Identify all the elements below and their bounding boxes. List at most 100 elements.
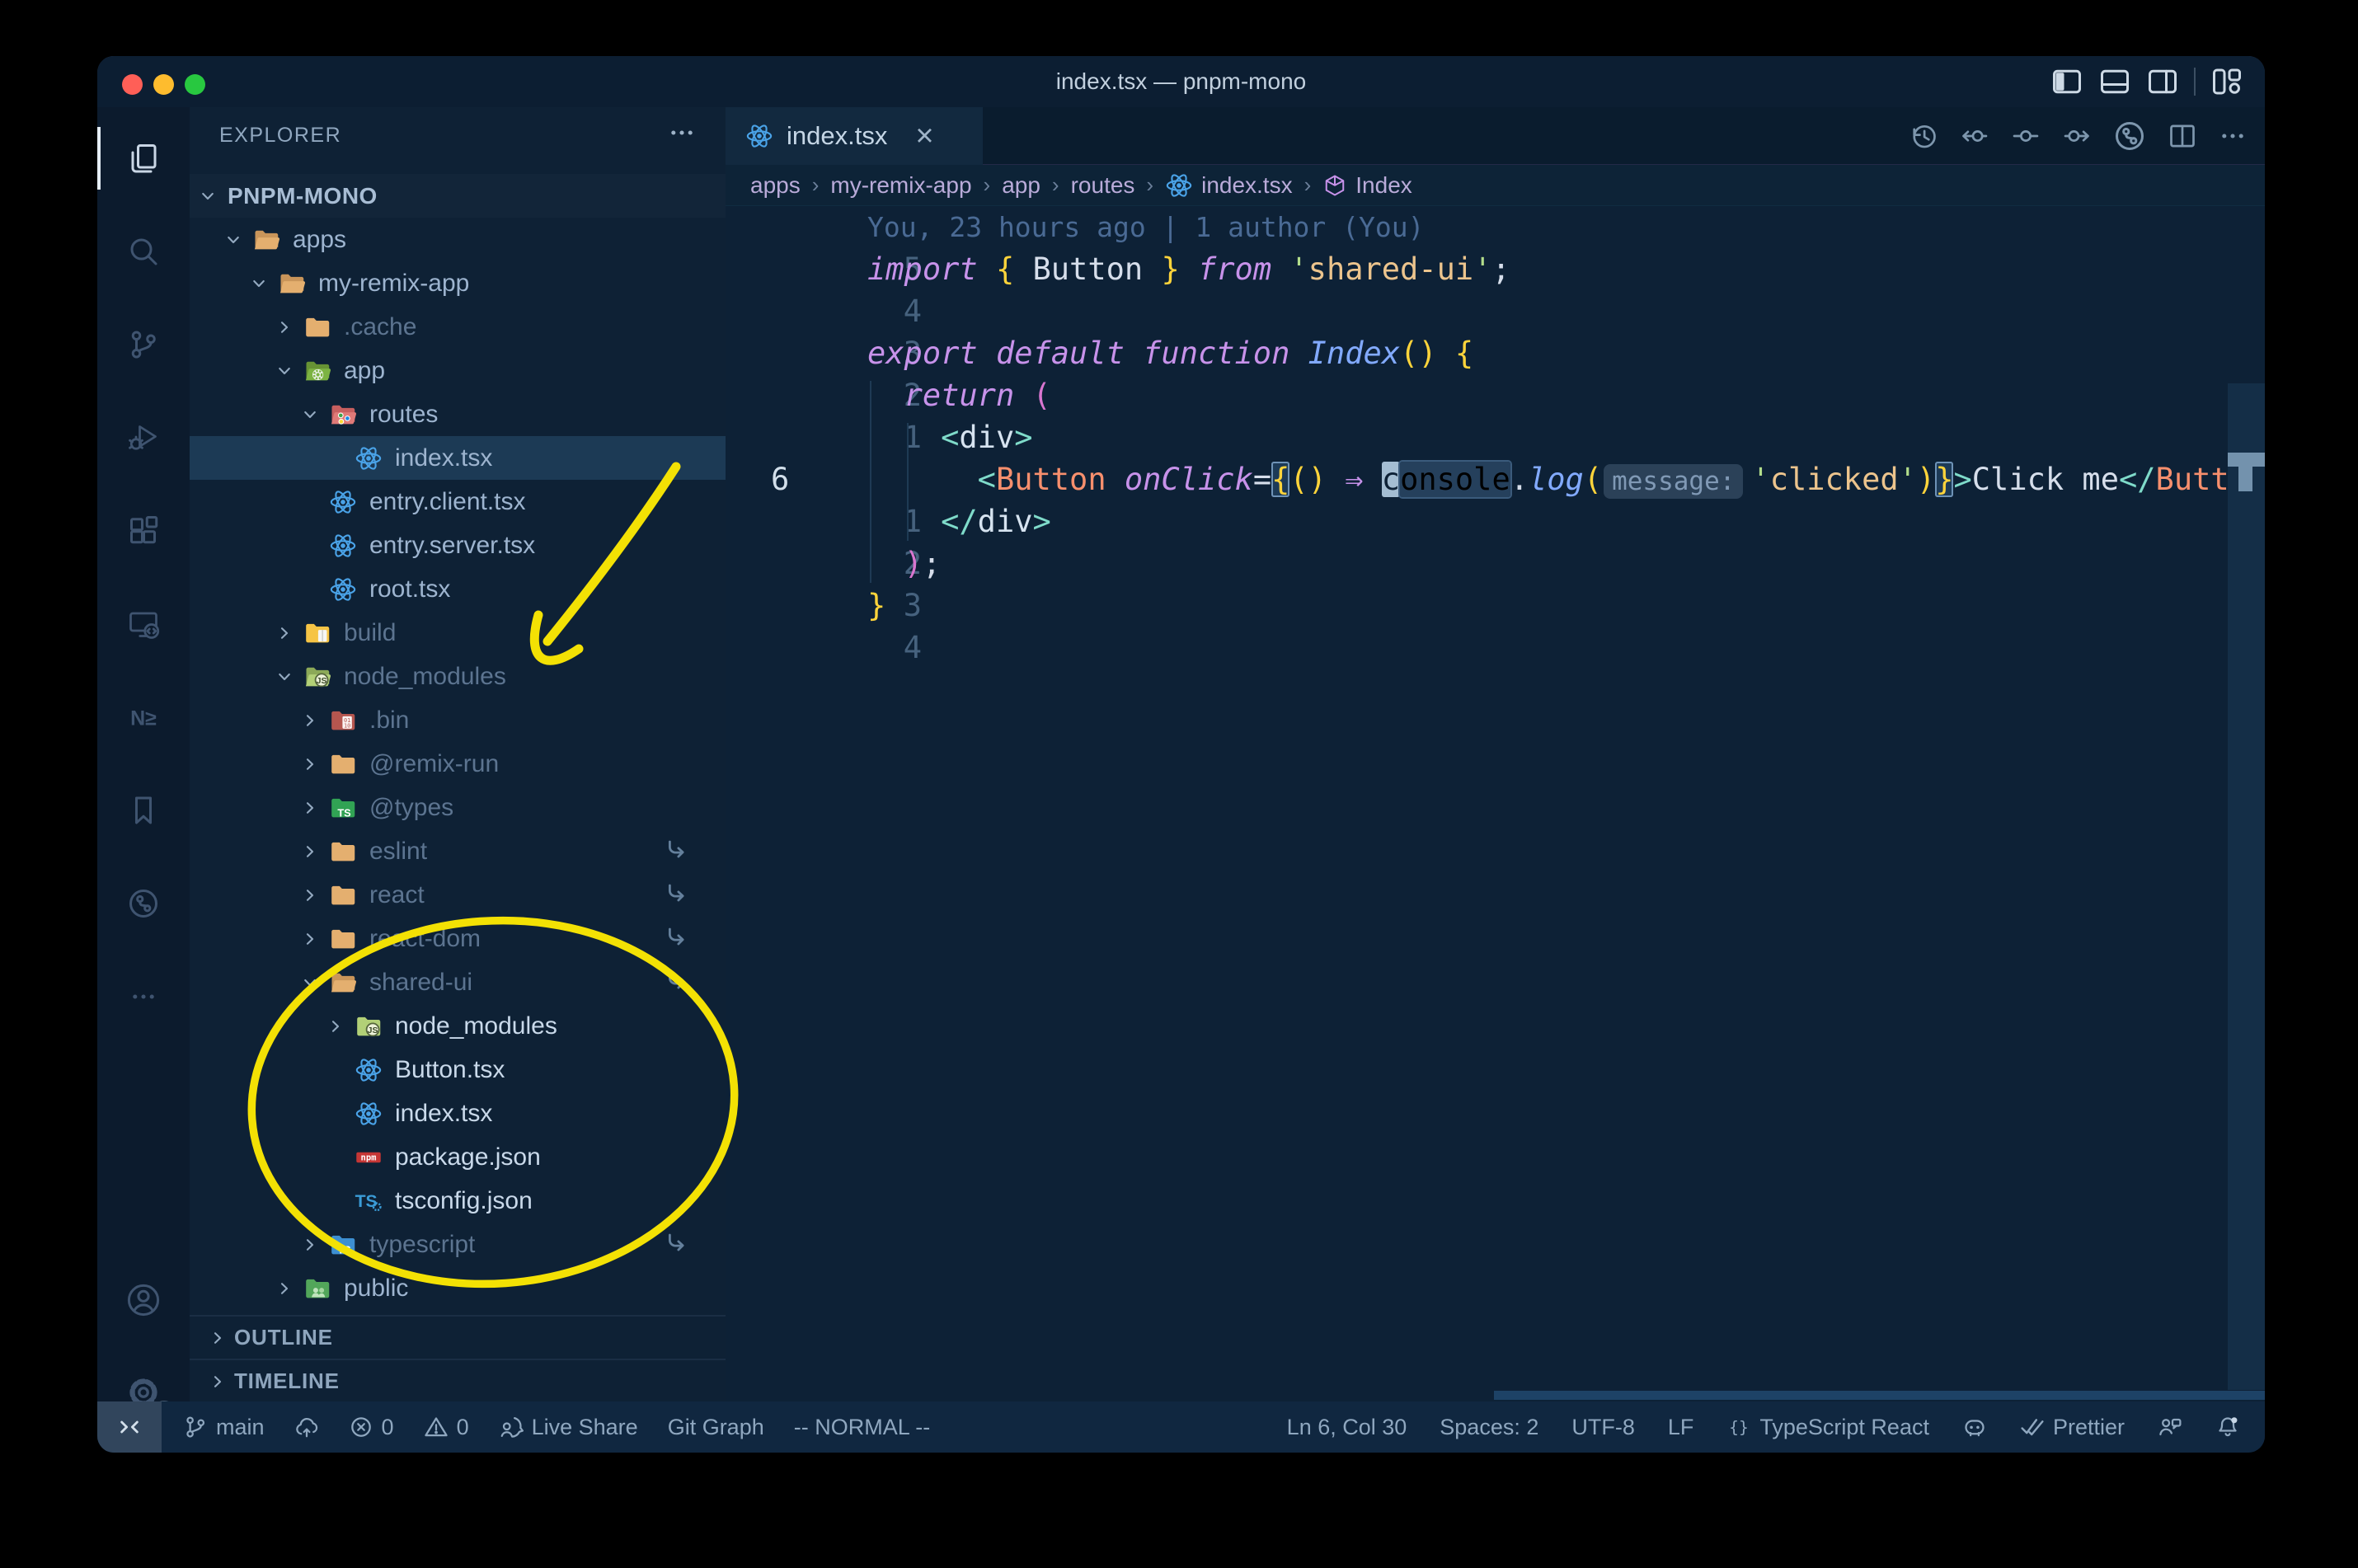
breadcrumb-index-tsx[interactable]: index.tsx xyxy=(1165,171,1293,200)
gitlens-graph-button[interactable] xyxy=(2113,120,2146,153)
overview-ruler-cursor-marker-stem xyxy=(2238,467,2252,491)
next-change-button[interactable] xyxy=(2062,121,2092,151)
tree-item-public[interactable]: public xyxy=(190,1266,726,1310)
tree-item-typescript[interactable]: TS typescript xyxy=(190,1223,726,1266)
status-notifications[interactable] xyxy=(2215,1415,2240,1439)
symlink-icon xyxy=(665,968,689,997)
status-label: main xyxy=(216,1414,265,1439)
tree-item-routes[interactable]: routes xyxy=(190,392,726,436)
explorer-more-actions-button[interactable] xyxy=(668,119,696,153)
activity-search[interactable] xyxy=(97,209,190,294)
tree-item-tsconfig-json[interactable]: TS tsconfig.json xyxy=(190,1179,726,1223)
tree-item-apps[interactable]: apps xyxy=(190,218,726,261)
breadcrumb-index[interactable]: Index xyxy=(1322,172,1412,199)
tree-item-entry-client-tsx[interactable]: entry.client.tsx xyxy=(190,480,726,523)
status-language-mode[interactable]: {} TypeScript React xyxy=(1726,1415,1929,1440)
tree-item--remix-run[interactable]: @remix-run xyxy=(190,742,726,786)
status-git-branch[interactable]: main xyxy=(183,1415,265,1440)
open-changes-button[interactable] xyxy=(2011,121,2041,151)
chevron-right-icon xyxy=(209,1330,226,1346)
breadcrumb-app[interactable]: app xyxy=(1002,172,1040,199)
folder-tan-open-icon xyxy=(277,269,307,298)
activity-accounts[interactable] xyxy=(97,1257,190,1343)
activity-extensions[interactable] xyxy=(97,488,190,574)
activity-nx-console[interactable]: N≥ xyxy=(97,674,190,760)
tree-item-app[interactable]: app xyxy=(190,349,726,392)
breadcrumb-apps[interactable]: apps xyxy=(750,172,801,199)
tree-item-entry-server-tsx[interactable]: entry.server.tsx xyxy=(190,523,726,567)
code-line: 1 </div> xyxy=(726,500,2228,542)
tree-item-index-tsx[interactable]: index.tsx xyxy=(190,1091,726,1135)
activity-remote-explorer[interactable] xyxy=(97,581,190,667)
status-copilot[interactable] xyxy=(1962,1415,1987,1439)
tree-item-root-tsx[interactable]: root.tsx xyxy=(190,567,726,611)
tree-item--types[interactable]: TS @types xyxy=(190,786,726,829)
tree-item-my-remix-app[interactable]: my-remix-app xyxy=(190,261,726,305)
tree-item-node-modules[interactable]: JS node_modules xyxy=(190,1004,726,1048)
status-warnings[interactable]: 0 xyxy=(424,1415,469,1440)
split-editor-button[interactable] xyxy=(2168,121,2197,151)
status-git-graph[interactable]: Git Graph xyxy=(668,1415,764,1440)
status-vim-mode[interactable]: -- NORMAL -- xyxy=(794,1415,930,1440)
tree-item-react[interactable]: react xyxy=(190,873,726,917)
tab-index-tsx[interactable]: index.tsx × xyxy=(726,107,983,165)
activity-explorer[interactable] xyxy=(97,115,190,201)
toggle-primary-sidebar-button[interactable] xyxy=(2050,65,2083,98)
close-tab-icon[interactable]: × xyxy=(915,120,933,152)
previous-change-button[interactable] xyxy=(1960,121,1989,151)
status-live-share[interactable]: Live Share xyxy=(499,1415,638,1440)
tree-item-index-tsx[interactable]: index.tsx xyxy=(190,436,726,480)
tree-item-label: .cache xyxy=(344,312,417,340)
tree-item-node-modules[interactable]: JS node_modules xyxy=(190,655,726,698)
tree-item-package-json[interactable]: npm package.json xyxy=(190,1135,726,1179)
folder-public-icon xyxy=(303,1274,332,1303)
remote-indicator[interactable] xyxy=(97,1401,162,1453)
status-prettier[interactable]: Prettier xyxy=(2020,1415,2125,1440)
toggle-panel-button[interactable] xyxy=(2098,65,2131,98)
tree-item-eslint[interactable]: eslint xyxy=(190,829,726,873)
activity-additional-views[interactable] xyxy=(97,954,190,1040)
status-label: Live Share xyxy=(531,1414,638,1439)
activity-source-control[interactable] xyxy=(97,302,190,387)
breadcrumb-routes[interactable]: routes xyxy=(1071,172,1135,199)
tree-item-shared-ui[interactable]: shared-ui xyxy=(190,960,726,1004)
tree-item-pnpm-mono[interactable]: PNPM-MONO xyxy=(190,174,726,218)
status-indentation[interactable]: Spaces: 2 xyxy=(1440,1415,1538,1440)
prettier-icon xyxy=(2020,1415,2045,1439)
tree-item-react-dom[interactable]: react-dom xyxy=(190,917,726,960)
live-share-icon xyxy=(499,1415,524,1439)
tree-item-build[interactable]: build xyxy=(190,611,726,655)
activity-run-and-debug[interactable] xyxy=(97,395,190,481)
folder-app-open-icon xyxy=(303,356,332,386)
toggle-secondary-sidebar-button[interactable] xyxy=(2146,65,2179,98)
tree-item--cache[interactable]: .cache xyxy=(190,305,726,349)
status-feedback[interactable] xyxy=(2158,1415,2182,1439)
breadcrumb-my-remix-app[interactable]: my-remix-app xyxy=(830,172,971,199)
code-line: 2 ); xyxy=(726,542,2228,584)
status-errors[interactable]: 0 xyxy=(349,1415,394,1440)
tree-item--bin[interactable]: 01 10 .bin xyxy=(190,698,726,742)
status-cursor-position[interactable]: Ln 6, Col 30 xyxy=(1287,1415,1407,1440)
code-editor[interactable]: You, 23 hours ago | 1 author (You) 5 impor… xyxy=(726,206,2228,1390)
activity-bookmarks[interactable] xyxy=(97,768,190,853)
section-timeline[interactable]: TIMELINE xyxy=(190,1359,726,1402)
tree-item-button-tsx[interactable]: Button.tsx xyxy=(190,1048,726,1091)
status-eol[interactable]: LF xyxy=(1668,1415,1694,1440)
activity-gitlens[interactable] xyxy=(97,861,190,946)
tab-bar: index.tsx × xyxy=(726,107,2265,165)
editor-horizontal-scrollbar[interactable] xyxy=(1494,1391,2265,1400)
code-line: 1 <div> xyxy=(726,416,2228,458)
chevron-down-icon xyxy=(276,669,293,685)
npm-icon: npm xyxy=(354,1143,383,1172)
status-label: Prettier xyxy=(2052,1414,2125,1439)
folder-bin-icon: 01 10 xyxy=(328,706,358,735)
more-actions-button[interactable] xyxy=(2219,122,2247,150)
tree-item-label: package.json xyxy=(395,1143,541,1171)
status-publish[interactable] xyxy=(294,1415,319,1439)
editor-vertical-scrollbar[interactable] xyxy=(2228,383,2265,1390)
line-number: 3 xyxy=(903,588,922,623)
status-encoding[interactable]: UTF-8 xyxy=(1571,1415,1635,1440)
customize-layout-button[interactable] xyxy=(2210,65,2243,98)
section-outline[interactable]: OUTLINE xyxy=(190,1315,726,1359)
timeline-history-button[interactable] xyxy=(1909,121,1938,151)
